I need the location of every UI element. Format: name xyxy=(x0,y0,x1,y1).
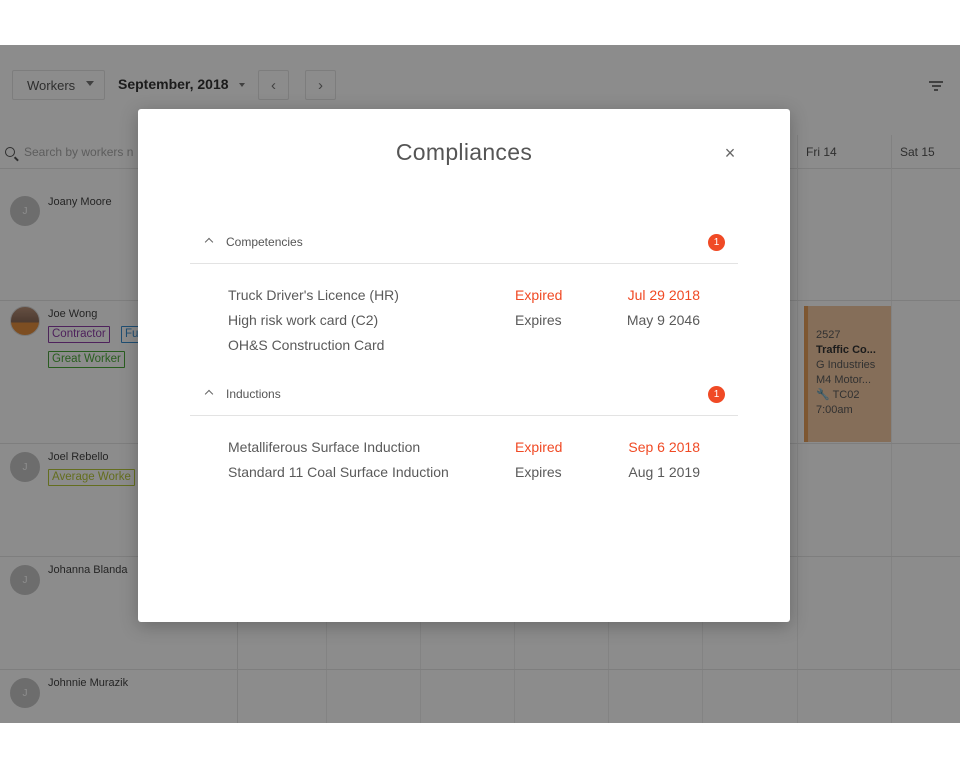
section-inductions[interactable]: Inductions 1 xyxy=(190,376,738,416)
chevron-up-icon xyxy=(204,389,214,399)
compliances-modal: Compliances × Competencies 1 Truck Drive… xyxy=(138,109,790,622)
item-name: Truck Driver's Licence (HR) xyxy=(228,287,399,303)
item-status: Expires xyxy=(515,464,562,480)
item-date: Sep 6 2018 xyxy=(628,439,700,455)
compliance-item: High risk work card (C2) Expires May 9 2… xyxy=(228,312,708,332)
item-name: High risk work card (C2) xyxy=(228,312,379,328)
section-label: Competencies xyxy=(226,235,303,249)
item-status: Expired xyxy=(515,439,563,455)
item-date: Jul 29 2018 xyxy=(627,287,700,303)
alert-badge: 1 xyxy=(708,386,725,403)
item-name: Standard 11 Coal Surface Induction xyxy=(228,464,449,480)
item-name: Metalliferous Surface Induction xyxy=(228,439,421,455)
compliance-item: OH&S Construction Card xyxy=(228,337,708,357)
scheduler-app: Workers September, 2018 ‹ › Search by wo… xyxy=(0,45,960,723)
compliance-item: Metalliferous Surface Induction Expired … xyxy=(228,439,708,459)
item-date: Aug 1 2019 xyxy=(628,464,700,480)
modal-title: Compliances xyxy=(395,139,533,165)
section-label: Inductions xyxy=(226,387,281,401)
compliance-item: Standard 11 Coal Surface Induction Expir… xyxy=(228,464,708,484)
close-icon[interactable]: × xyxy=(722,144,738,162)
section-competencies[interactable]: Competencies 1 xyxy=(190,224,738,264)
item-name: OH&S Construction Card xyxy=(228,337,385,353)
item-status: Expires xyxy=(515,312,562,328)
chevron-up-icon xyxy=(204,237,214,247)
item-date: May 9 2046 xyxy=(626,312,700,328)
compliance-item: Truck Driver's Licence (HR) Expired Jul … xyxy=(228,287,708,307)
item-status: Expired xyxy=(515,287,563,303)
alert-badge: 1 xyxy=(708,234,725,251)
